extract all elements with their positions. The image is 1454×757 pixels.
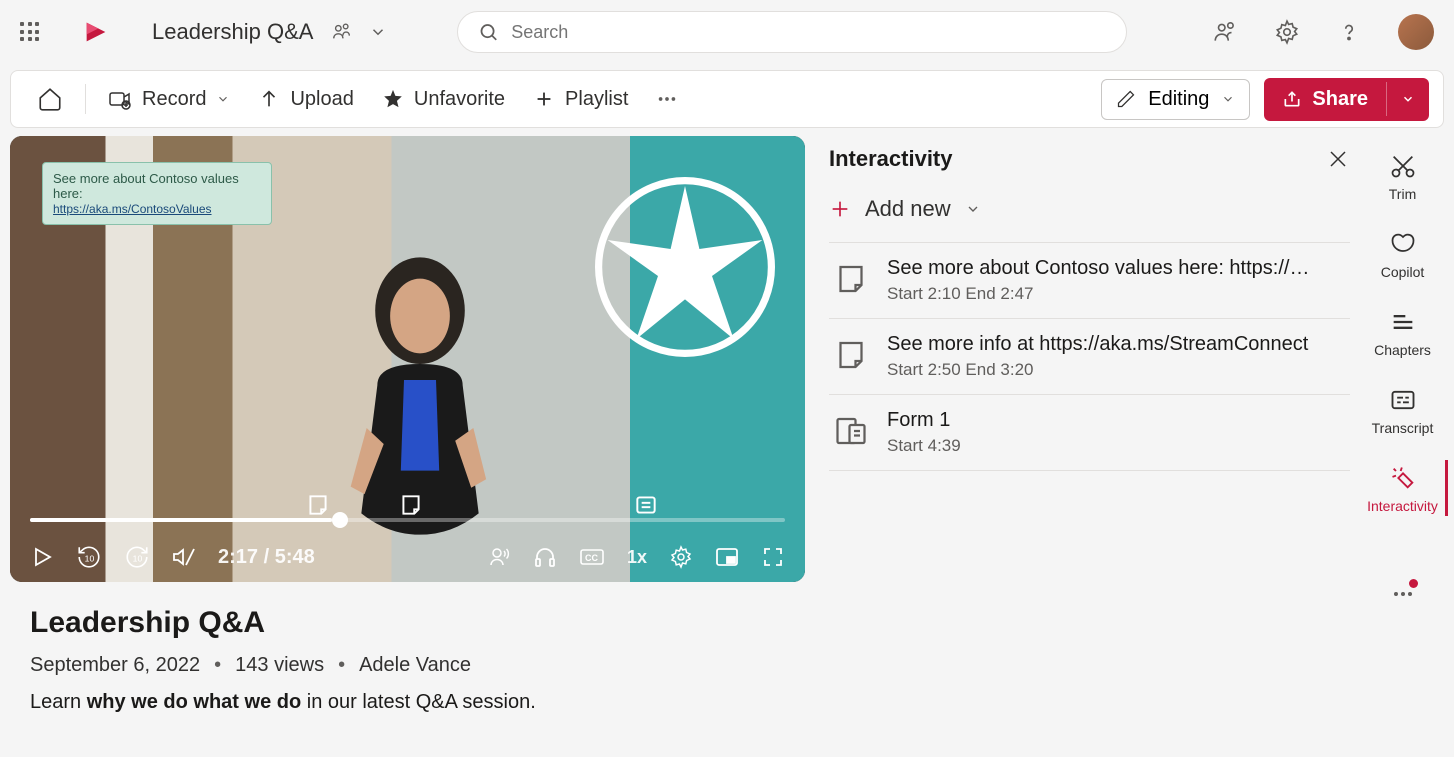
- item-subtitle: Start 2:50 End 3:20: [887, 360, 1346, 380]
- home-icon: [37, 86, 63, 112]
- video-date: September 6, 2022: [30, 654, 200, 677]
- add-new-button[interactable]: Add new: [829, 196, 1350, 222]
- video-views: 143 views: [235, 654, 324, 677]
- interactivity-item[interactable]: See more about Contoso values here: http…: [829, 242, 1350, 318]
- playlist-button[interactable]: Playlist: [521, 82, 640, 117]
- app-launcher[interactable]: [20, 22, 40, 42]
- chapters-icon: [1389, 308, 1417, 336]
- share-icon: [1282, 89, 1302, 109]
- video-progress-bar[interactable]: [30, 518, 785, 522]
- tools-rail: Trim Copilot Chapters Transcript Interac…: [1360, 146, 1444, 724]
- svg-text:10: 10: [85, 553, 95, 563]
- upload-icon: [258, 88, 280, 110]
- video-callout[interactable]: See more about Contoso values here: http…: [42, 162, 272, 225]
- more-icon: [656, 88, 678, 110]
- trim-icon: [1389, 152, 1417, 180]
- rail-more[interactable]: [1391, 582, 1415, 606]
- plus-icon: [829, 198, 851, 220]
- rail-copilot[interactable]: Copilot: [1381, 230, 1425, 280]
- page-title: Leadership Q&A: [152, 19, 313, 45]
- interactivity-icon: [1389, 464, 1417, 492]
- share-button[interactable]: Share: [1264, 78, 1386, 121]
- star-filled-icon: [382, 88, 404, 110]
- overflow-button[interactable]: [644, 82, 690, 116]
- item-title: See more info at https://aka.ms/StreamCo…: [887, 333, 1346, 356]
- chevron-down-icon[interactable]: [369, 23, 387, 41]
- voice-icon[interactable]: [487, 545, 511, 569]
- form-icon: [833, 413, 869, 449]
- progress-thumb[interactable]: [332, 512, 348, 528]
- transcript-icon: [1389, 386, 1417, 414]
- record-button[interactable]: Record: [96, 81, 242, 117]
- people-icon[interactable]: [1212, 19, 1238, 45]
- copilot-icon: [1389, 230, 1417, 258]
- search-icon: [478, 21, 499, 43]
- interactivity-item[interactable]: Form 1 Start 4:39: [829, 394, 1350, 471]
- search-box[interactable]: [457, 11, 1127, 53]
- pencil-icon: [1116, 89, 1136, 109]
- rail-transcript[interactable]: Transcript: [1372, 386, 1434, 436]
- chevron-down-icon: [1221, 92, 1235, 106]
- item-title: See more about Contoso values here: http…: [887, 257, 1346, 280]
- divider: [85, 84, 86, 114]
- item-subtitle: Start 2:10 End 2:47: [887, 284, 1346, 304]
- pip-icon[interactable]: [715, 545, 739, 569]
- share-button-group: Share: [1264, 78, 1429, 121]
- captions-icon[interactable]: CC: [579, 545, 605, 569]
- rewind-10-icon[interactable]: 10: [76, 544, 102, 570]
- rail-chapters[interactable]: Chapters: [1374, 308, 1431, 358]
- record-icon: [108, 87, 132, 111]
- interactivity-item[interactable]: See more info at https://aka.ms/StreamCo…: [829, 318, 1350, 394]
- item-subtitle: Start 4:39: [887, 436, 1346, 456]
- plus-icon: [533, 88, 555, 110]
- avatar[interactable]: [1398, 14, 1434, 50]
- chevron-down-icon: [965, 201, 981, 217]
- chevron-down-icon: [1401, 92, 1415, 106]
- note-icon: [833, 261, 869, 297]
- video-meta-row: September 6, 2022 • 143 views • Adele Va…: [30, 654, 785, 677]
- settings-icon[interactable]: [1274, 19, 1300, 45]
- svg-text:CC: CC: [585, 553, 598, 563]
- close-icon[interactable]: [1326, 147, 1350, 171]
- share-split-button[interactable]: [1386, 82, 1429, 116]
- chevron-down-icon: [216, 92, 230, 106]
- help-icon[interactable]: [1336, 19, 1362, 45]
- stream-logo[interactable]: [82, 18, 110, 46]
- compass-graphic: [595, 166, 775, 386]
- video-author: Adele Vance: [359, 654, 471, 677]
- time-display: 2:17 / 5:48: [218, 546, 315, 569]
- shared-with-icon: [331, 21, 353, 43]
- svg-text:10: 10: [133, 553, 143, 563]
- settings-icon[interactable]: [669, 545, 693, 569]
- search-input[interactable]: [511, 22, 1106, 43]
- mode-selector[interactable]: Editing: [1101, 79, 1250, 120]
- item-title: Form 1: [887, 409, 1346, 432]
- notification-dot: [1409, 579, 1418, 588]
- video-title: Leadership Q&A: [30, 606, 785, 640]
- command-bar: Record Upload Unfavorite Playlist Editin…: [10, 70, 1444, 128]
- headphones-icon[interactable]: [533, 545, 557, 569]
- forward-10-icon[interactable]: 10: [124, 544, 150, 570]
- upload-button[interactable]: Upload: [246, 82, 365, 117]
- rail-trim[interactable]: Trim: [1389, 152, 1417, 202]
- video-description: Learn why we do what we do in our latest…: [30, 691, 785, 714]
- fullscreen-icon[interactable]: [761, 545, 785, 569]
- mute-icon[interactable]: [172, 545, 196, 569]
- rail-interactivity[interactable]: Interactivity: [1367, 464, 1438, 514]
- panel-title: Interactivity: [829, 146, 953, 172]
- video-player[interactable]: See more about Contoso values here: http…: [10, 136, 805, 582]
- interactivity-list: See more about Contoso values here: http…: [829, 242, 1350, 471]
- home-button[interactable]: [25, 80, 75, 118]
- note-icon: [833, 337, 869, 373]
- play-icon[interactable]: [30, 545, 54, 569]
- unfavorite-button[interactable]: Unfavorite: [370, 82, 517, 117]
- playback-speed[interactable]: 1x: [627, 547, 647, 568]
- callout-link[interactable]: https://aka.ms/ContosoValues: [53, 202, 212, 216]
